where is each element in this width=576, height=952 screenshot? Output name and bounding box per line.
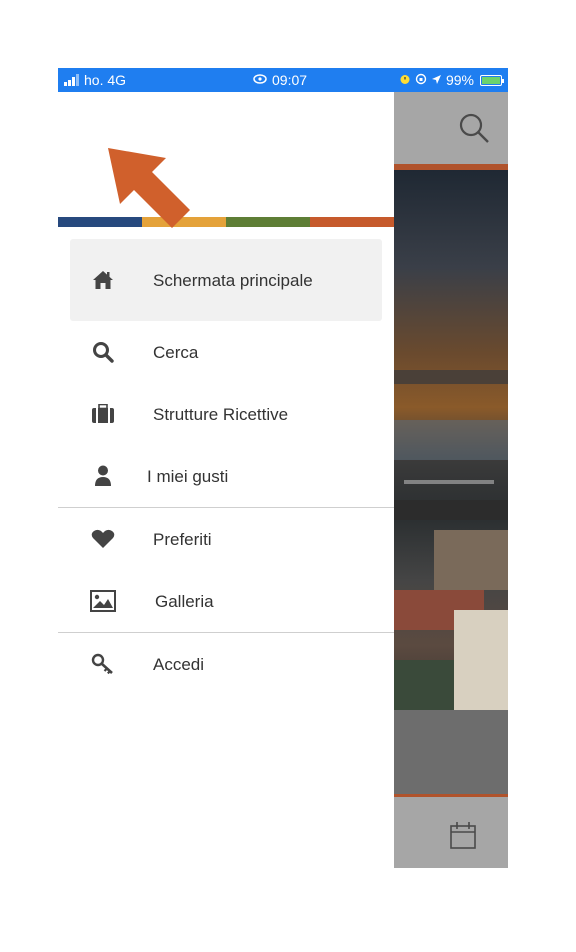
menu-item-home[interactable]: Schermata principale <box>70 239 382 321</box>
suitcase-icon <box>90 401 116 427</box>
menu-item-label: I miei gusti <box>147 466 229 486</box>
menu-item-accommodation[interactable]: Strutture Ricettive <box>58 383 394 445</box>
menu-item-search[interactable]: Cerca <box>58 321 394 383</box>
battery-percent: 99% <box>445 72 474 88</box>
home-icon <box>90 267 116 293</box>
menu-item-my-tastes[interactable]: I miei gusti <box>58 445 394 507</box>
color-bar-segment <box>310 217 394 227</box>
menu-item-favorites[interactable]: Preferiti <box>58 508 394 570</box>
image-icon <box>90 588 116 614</box>
menu-item-label: Schermata principale <box>153 270 313 290</box>
signal-icon <box>64 74 80 86</box>
menu-item-label: Accedi <box>153 654 205 674</box>
status-left: ho. 4G <box>64 72 126 88</box>
heart-icon <box>90 526 116 552</box>
menu-item-label: Strutture Ricettive <box>153 404 289 424</box>
app-footer <box>394 797 508 868</box>
app-content-band <box>394 710 508 796</box>
calendar-icon[interactable] <box>450 821 476 854</box>
alarm-icon <box>399 72 411 88</box>
background-app <box>394 92 508 868</box>
phone-screen: ho. 4G 09:07 99% Schermata principale Ce… <box>58 68 508 868</box>
location-icon <box>431 72 442 88</box>
status-center: 09:07 <box>252 72 307 88</box>
key-icon <box>90 651 116 677</box>
navigation-drawer: Schermata principale Cerca Strutture Ric… <box>58 92 394 868</box>
search-icon[interactable] <box>458 112 490 149</box>
drawer-menu: Schermata principale Cerca Strutture Ric… <box>58 239 394 695</box>
status-right: 99% <box>399 72 504 88</box>
menu-item-label: Galleria <box>155 591 214 611</box>
clock-label: 09:07 <box>272 72 308 88</box>
carrier-label: ho. 4G <box>84 72 127 88</box>
orientation-lock-icon <box>252 72 268 88</box>
app-header <box>394 92 508 164</box>
menu-item-login[interactable]: Accedi <box>58 633 394 695</box>
menu-item-gallery[interactable]: Galleria <box>58 570 394 632</box>
menu-item-label: Cerca <box>153 342 199 362</box>
color-bar-segment <box>226 217 310 227</box>
status-bar: ho. 4G 09:07 99% <box>58 68 508 92</box>
battery-icon <box>480 74 504 86</box>
annotation-arrow-icon <box>106 146 196 241</box>
lock-rotation-icon <box>415 72 427 88</box>
hero-photo <box>394 170 508 710</box>
menu-item-label: Preferiti <box>153 529 212 549</box>
search-icon <box>90 339 116 365</box>
user-icon <box>90 463 116 489</box>
